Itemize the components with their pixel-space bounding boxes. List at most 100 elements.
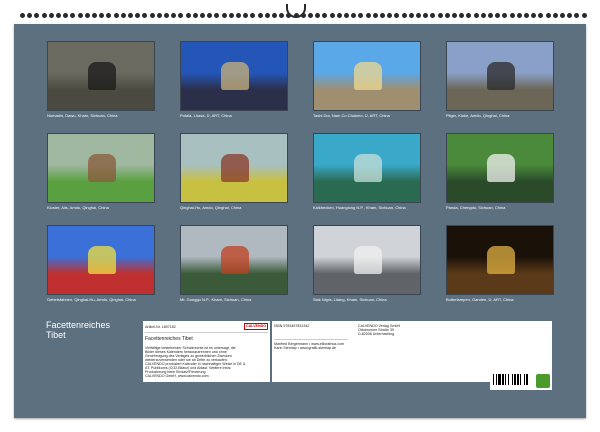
photo [47, 133, 155, 203]
spiral-hole [480, 13, 486, 18]
spiral-hole [552, 13, 558, 18]
photo-subject [487, 246, 515, 274]
publisher-line: D-82008 Unterhaching [358, 332, 395, 336]
spiral-hole [264, 13, 270, 18]
photo [180, 133, 288, 203]
barcode-bar [498, 374, 501, 385]
spiral-hole [70, 13, 76, 18]
photo [180, 41, 288, 111]
title-line-1: Facettenreiches [46, 320, 111, 330]
photo-caption: Tashi Dor, Nam Co Chukmo, Ü, ART, China [313, 113, 390, 118]
photo-subject [221, 246, 249, 274]
spiral-hole [178, 13, 184, 18]
photo-subject [221, 62, 249, 90]
article-number: Artikel-Nr. 1807182 [145, 324, 176, 329]
barcode-bar [505, 374, 506, 385]
spiral-hole [372, 13, 378, 18]
photo-subject [487, 154, 515, 182]
spiral-hole [329, 13, 335, 18]
spiral-hole [257, 13, 263, 18]
photo-caption: Panda, Chengdu, Sichuan, China [446, 205, 506, 210]
spiral-hole [41, 13, 47, 18]
photo [47, 41, 155, 111]
spiral-hole [171, 13, 177, 18]
photo [446, 41, 554, 111]
photo [313, 41, 421, 111]
barcode-bar [520, 374, 521, 385]
photo [180, 225, 288, 295]
spiral-hole [142, 13, 148, 18]
spiral-hole [279, 13, 285, 18]
photo-subject [487, 62, 515, 90]
barcode-bar [508, 374, 509, 385]
spiral-hole [423, 13, 429, 18]
barcode-bar [502, 374, 504, 385]
spiral-hole [243, 13, 249, 18]
spiral-hole [272, 13, 277, 18]
spiral-hole [221, 13, 227, 18]
spiral-hole [56, 13, 61, 18]
photo-tile: Qinghai-Hu, Amdo, Qinghai, China [180, 133, 288, 210]
spiral-hole [509, 13, 515, 18]
spiral-hole [185, 13, 191, 18]
spiral-hole [581, 13, 587, 18]
photo-caption: Kloster, Alis, Amdo, Qinghai, China [47, 205, 109, 210]
spiral-hole [344, 13, 349, 18]
photo [313, 225, 421, 295]
spiral-hole [495, 13, 501, 18]
photo-caption: Gebetsfahnen, Qinghai-Hu, Amdo, Qinghai,… [47, 297, 136, 302]
photo [446, 133, 554, 203]
spiral-hole [560, 13, 565, 18]
barcode-bar [517, 374, 519, 385]
spiral-hole [322, 13, 328, 18]
photo-subject [88, 62, 116, 90]
photo-caption: Qinghai-Hu, Amdo, Qinghai, China [180, 205, 242, 210]
barcode-bar [512, 374, 513, 385]
photo [313, 133, 421, 203]
spiral-hole [228, 13, 234, 18]
spiral-hole [473, 13, 479, 18]
photo-subject [354, 62, 382, 90]
spiral-hole [444, 13, 450, 18]
photo-subject [354, 246, 382, 274]
spiral-hole [120, 13, 126, 18]
spiral-hole [156, 13, 162, 18]
spiral-hole [336, 13, 342, 18]
spiral-hole [567, 13, 573, 18]
barcode-bar [526, 374, 528, 385]
barcode-bar [524, 374, 525, 385]
photo-subject [354, 154, 382, 182]
calendar-title: Facettenreiches Tibet [46, 320, 110, 340]
photo-subject [221, 154, 249, 182]
spiral-hole [516, 13, 522, 18]
legal-line: CALVENDO GmbH, www.calvendo.com [145, 374, 209, 378]
spiral-hole [408, 13, 414, 18]
photo-tile: Kalkbecken, Huanglong N.P., Kham, Sichua… [313, 133, 421, 210]
spiral-hole [207, 13, 213, 18]
spiral-hole [574, 13, 580, 18]
spiral-hole [149, 13, 155, 18]
spiral-hole [387, 13, 393, 18]
spiral-hole [128, 13, 133, 18]
spiral-hole [502, 13, 508, 18]
legal-text: Vielfältige bestehender Schutzrechte ist… [145, 346, 268, 378]
spiral-hole [394, 13, 400, 18]
spiral-hole [135, 13, 141, 18]
photo-subject [88, 154, 116, 182]
barcode-bar [496, 374, 497, 385]
photo-caption: Pilger, Kloke, Amdo, Qinghai, China [446, 113, 510, 118]
spiral-hole [106, 13, 112, 18]
photo-tile: Nomadin, Dawu, Kham, Sichuan, China [47, 41, 155, 118]
spiral-hole [315, 13, 321, 18]
spiral-hole [380, 13, 385, 18]
barcode-bar [493, 374, 494, 385]
spiral-hole [538, 13, 544, 18]
eco-badge-icon [536, 374, 550, 388]
spiral-hole [416, 13, 421, 18]
spiral-hole [452, 13, 457, 18]
photo-subject [88, 246, 116, 274]
spiral-hole [358, 13, 364, 18]
spiral-hole [531, 13, 537, 18]
spiral-hole [48, 13, 54, 18]
spiral-hole [488, 13, 493, 18]
